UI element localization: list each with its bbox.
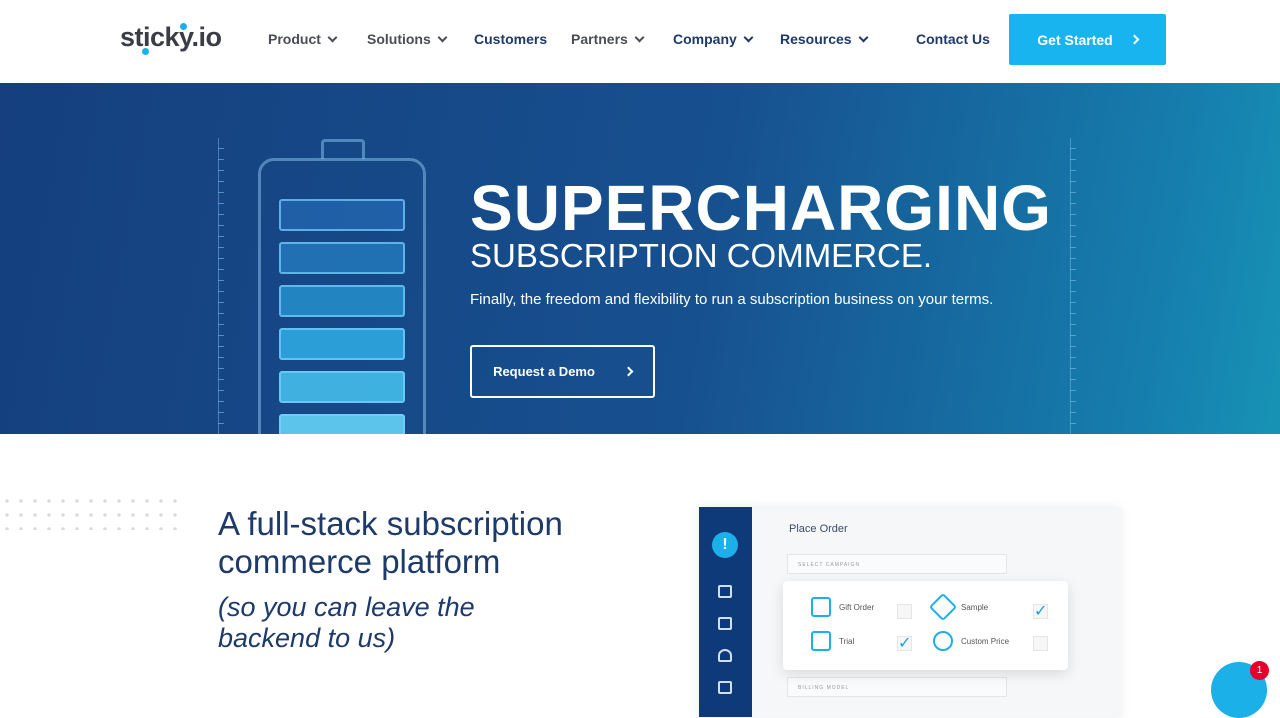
mockup-sidebar: ! [699, 507, 752, 717]
dot-pattern [0, 494, 180, 530]
option-label: Trial [839, 636, 855, 646]
heading-line: A full-stack subscription [218, 505, 563, 542]
button-label: Get Started [1037, 31, 1113, 48]
user-icon [718, 649, 732, 662]
nav-solutions[interactable]: Solutions [367, 31, 448, 47]
feature-heading: A full-stack subscription commerce platfo… [218, 505, 563, 581]
logo[interactable]: sticky.io [120, 22, 222, 55]
notification-badge: 1 [1250, 661, 1269, 680]
mockup-title: Place Order [789, 523, 848, 535]
custom-price-checkbox [1033, 636, 1048, 651]
aside-line: backend to us) [218, 623, 396, 653]
chevron-right-icon [1129, 34, 1140, 45]
options-card: Gift Order Sample ✓ Trial ✓ Custom Price [783, 581, 1068, 670]
hero-tagline: Finally, the freedom and flexibility to … [470, 291, 994, 308]
nav-label: Product [268, 31, 321, 47]
nav-label: Company [673, 31, 737, 47]
chevron-down-icon [858, 32, 869, 42]
ruler-decoration [218, 138, 224, 434]
trial-checkbox: ✓ [897, 635, 912, 652]
tag-icon [928, 592, 958, 622]
option-gift-order: Gift Order [811, 597, 874, 617]
app-mockup: ! Place Order SELECT CAMPAIGN BILLING MO… [699, 507, 1121, 717]
option-label: Sample [961, 602, 989, 612]
nav-partners[interactable]: Partners [571, 31, 645, 47]
nav-resources[interactable]: Resources [780, 31, 869, 47]
aside-line: (so you can leave the [218, 592, 475, 622]
hero-banner: SUPERCHARGING SUBSCRIPTION COMMERCE. Fin… [0, 83, 1280, 434]
nav-label: Solutions [367, 31, 431, 47]
chevron-right-icon [623, 366, 634, 377]
wallet-icon [718, 681, 732, 694]
chevron-down-icon [327, 32, 338, 42]
nav-product[interactable]: Product [268, 31, 338, 47]
heading-line: commerce platform [218, 543, 501, 580]
nav-label: Resources [780, 31, 852, 47]
option-custom-price: Custom Price [933, 631, 1009, 651]
nav-label: Customers [474, 31, 548, 47]
battery-icon [258, 139, 426, 434]
option-trial: Trial [811, 631, 854, 651]
ruler-decoration [1070, 138, 1076, 434]
alert-icon: ! [712, 532, 738, 558]
option-label: Gift Order [839, 602, 875, 612]
nav-contact-us[interactable]: Contact Us [916, 31, 990, 47]
feature-aside: (so you can leave the backend to us) [218, 592, 475, 654]
get-started-button[interactable]: Get Started [1009, 14, 1166, 65]
request-demo-button[interactable]: Request a Demo [470, 345, 655, 398]
gift-order-checkbox [897, 604, 912, 619]
chevron-down-icon [743, 32, 754, 42]
gift-icon [811, 597, 831, 617]
logo-text: sticky.io [120, 22, 222, 52]
select-campaign: SELECT CAMPAIGN [787, 554, 1007, 574]
nav-label: Contact Us [916, 31, 990, 47]
nav-customers[interactable]: Customers [474, 31, 547, 47]
calendar-icon [811, 631, 831, 651]
nav-company[interactable]: Company [673, 31, 754, 47]
top-nav: sticky.io Product Solutions Customers Pa… [0, 0, 1280, 83]
grid-icon [718, 585, 732, 598]
nav-label: Partners [571, 31, 628, 47]
option-label: Custom Price [961, 636, 1010, 646]
button-label: Request a Demo [493, 364, 595, 379]
chevron-down-icon [437, 32, 448, 42]
chevron-down-icon [634, 32, 645, 42]
option-sample: Sample [928, 592, 989, 622]
billing-model-select: BILLING MODEL [787, 677, 1007, 697]
sample-checkbox: ✓ [1033, 603, 1048, 620]
price-tag-icon [933, 631, 953, 651]
box-icon [718, 617, 732, 630]
hero-subtitle: SUBSCRIPTION COMMERCE. [470, 237, 933, 274]
hero-title: SUPERCHARGING [470, 172, 1052, 244]
